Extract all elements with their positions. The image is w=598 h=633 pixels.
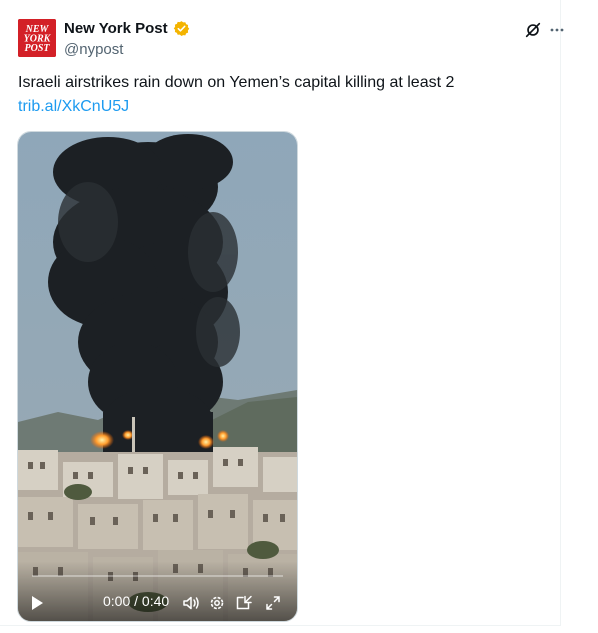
video-progress-bar[interactable] xyxy=(32,575,283,577)
pop-out-icon xyxy=(236,595,252,610)
author-row: New York Post xyxy=(64,20,190,37)
avatar-line3: POST xyxy=(25,43,51,54)
handle[interactable]: @nypost xyxy=(64,41,123,58)
verified-badge-icon[interactable] xyxy=(173,20,190,37)
video-time: 0:00 / 0:40 xyxy=(103,593,170,609)
play-icon xyxy=(32,596,43,610)
volume-button[interactable] xyxy=(182,595,200,611)
tweet-card[interactable]: NEW YORK POST New York Post @nypost Isra… xyxy=(0,0,564,626)
nypost-logo: NEW YORK POST xyxy=(18,19,56,57)
more-dots-icon[interactable] xyxy=(550,27,564,33)
tweet-actions-top xyxy=(524,21,564,39)
fullscreen-button[interactable] xyxy=(265,595,281,611)
fullscreen-icon xyxy=(266,596,280,610)
tweet-text: Israeli airstrikes rain down on Yemen’s … xyxy=(18,74,455,91)
display-name[interactable]: New York Post xyxy=(64,20,168,37)
play-button[interactable] xyxy=(30,595,44,611)
avatar[interactable]: NEW YORK POST xyxy=(18,19,56,57)
grok-slash-icon[interactable] xyxy=(524,21,542,39)
video-controls: 0:00 / 0:40 xyxy=(18,561,297,621)
settings-icon xyxy=(210,596,224,610)
volume-icon xyxy=(183,596,199,610)
tweet-link[interactable]: trib.al/XkCnU5J xyxy=(18,98,129,116)
settings-button[interactable] xyxy=(209,595,225,611)
video-player[interactable]: 0:00 / 0:40 xyxy=(17,131,298,622)
pop-out-button[interactable] xyxy=(236,595,253,611)
video-frame-image xyxy=(18,132,297,621)
